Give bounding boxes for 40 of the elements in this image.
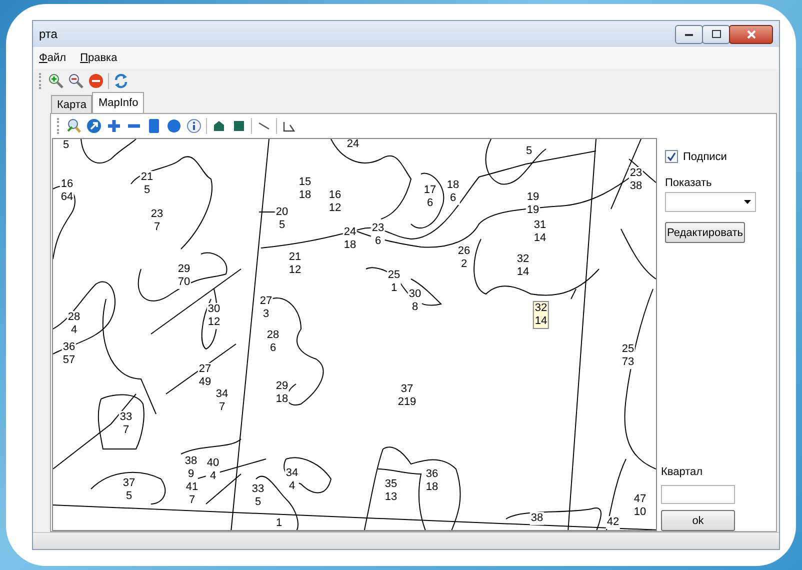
close-button[interactable] <box>729 24 773 44</box>
field-label: Квартал <box>661 466 704 478</box>
checkbox-label: Подписи <box>683 150 727 162</box>
close-icon <box>746 30 756 38</box>
parcel-label: 38 9 <box>184 455 198 481</box>
parcel-label: 38 <box>530 512 544 525</box>
arrow-circle-icon[interactable] <box>86 118 102 134</box>
parcel-label: 18 6 <box>446 179 460 205</box>
zoom-out-icon[interactable] <box>68 73 84 89</box>
refresh-icon[interactable] <box>113 73 129 89</box>
quarter-input-field[interactable] <box>661 485 735 504</box>
plus-icon[interactable] <box>106 118 122 134</box>
rectangle-icon[interactable] <box>146 118 162 134</box>
menu-item[interactable]: Файл <box>39 52 66 64</box>
info-icon[interactable] <box>186 118 202 134</box>
maximize-button[interactable] <box>702 24 730 44</box>
parcel-label: 29 18 <box>274 380 290 406</box>
menu-item[interactable]: Правка <box>80 52 118 64</box>
tab[interactable]: MapInfo <box>92 92 144 113</box>
parcel-label: 25 73 <box>620 343 636 369</box>
edit-button[interactable]: Редактировать <box>665 222 745 243</box>
labels-checkbox[interactable] <box>665 150 678 163</box>
parcel-label: 32 14 <box>532 301 550 329</box>
maximize-icon <box>712 30 720 38</box>
window-title: рта <box>39 27 58 41</box>
stop-icon[interactable] <box>88 73 104 89</box>
zoom-icon[interactable] <box>66 118 82 134</box>
minimize-button[interactable] <box>675 24 703 44</box>
polygon-icon[interactable] <box>211 118 227 134</box>
square-icon[interactable] <box>231 118 247 134</box>
field-label: Показать <box>665 177 713 189</box>
tab[interactable]: Карта <box>51 95 92 113</box>
circle-icon[interactable] <box>166 118 182 134</box>
minimize-icon <box>685 32 693 36</box>
parcel-label: 42 <box>606 516 620 529</box>
caret-icon <box>744 200 751 204</box>
zoom-in-icon[interactable] <box>48 73 64 89</box>
parcel-label: 30 12 <box>206 303 222 329</box>
ok-button[interactable]: ok <box>661 510 735 531</box>
parcel-label: 29 70 <box>176 263 192 289</box>
